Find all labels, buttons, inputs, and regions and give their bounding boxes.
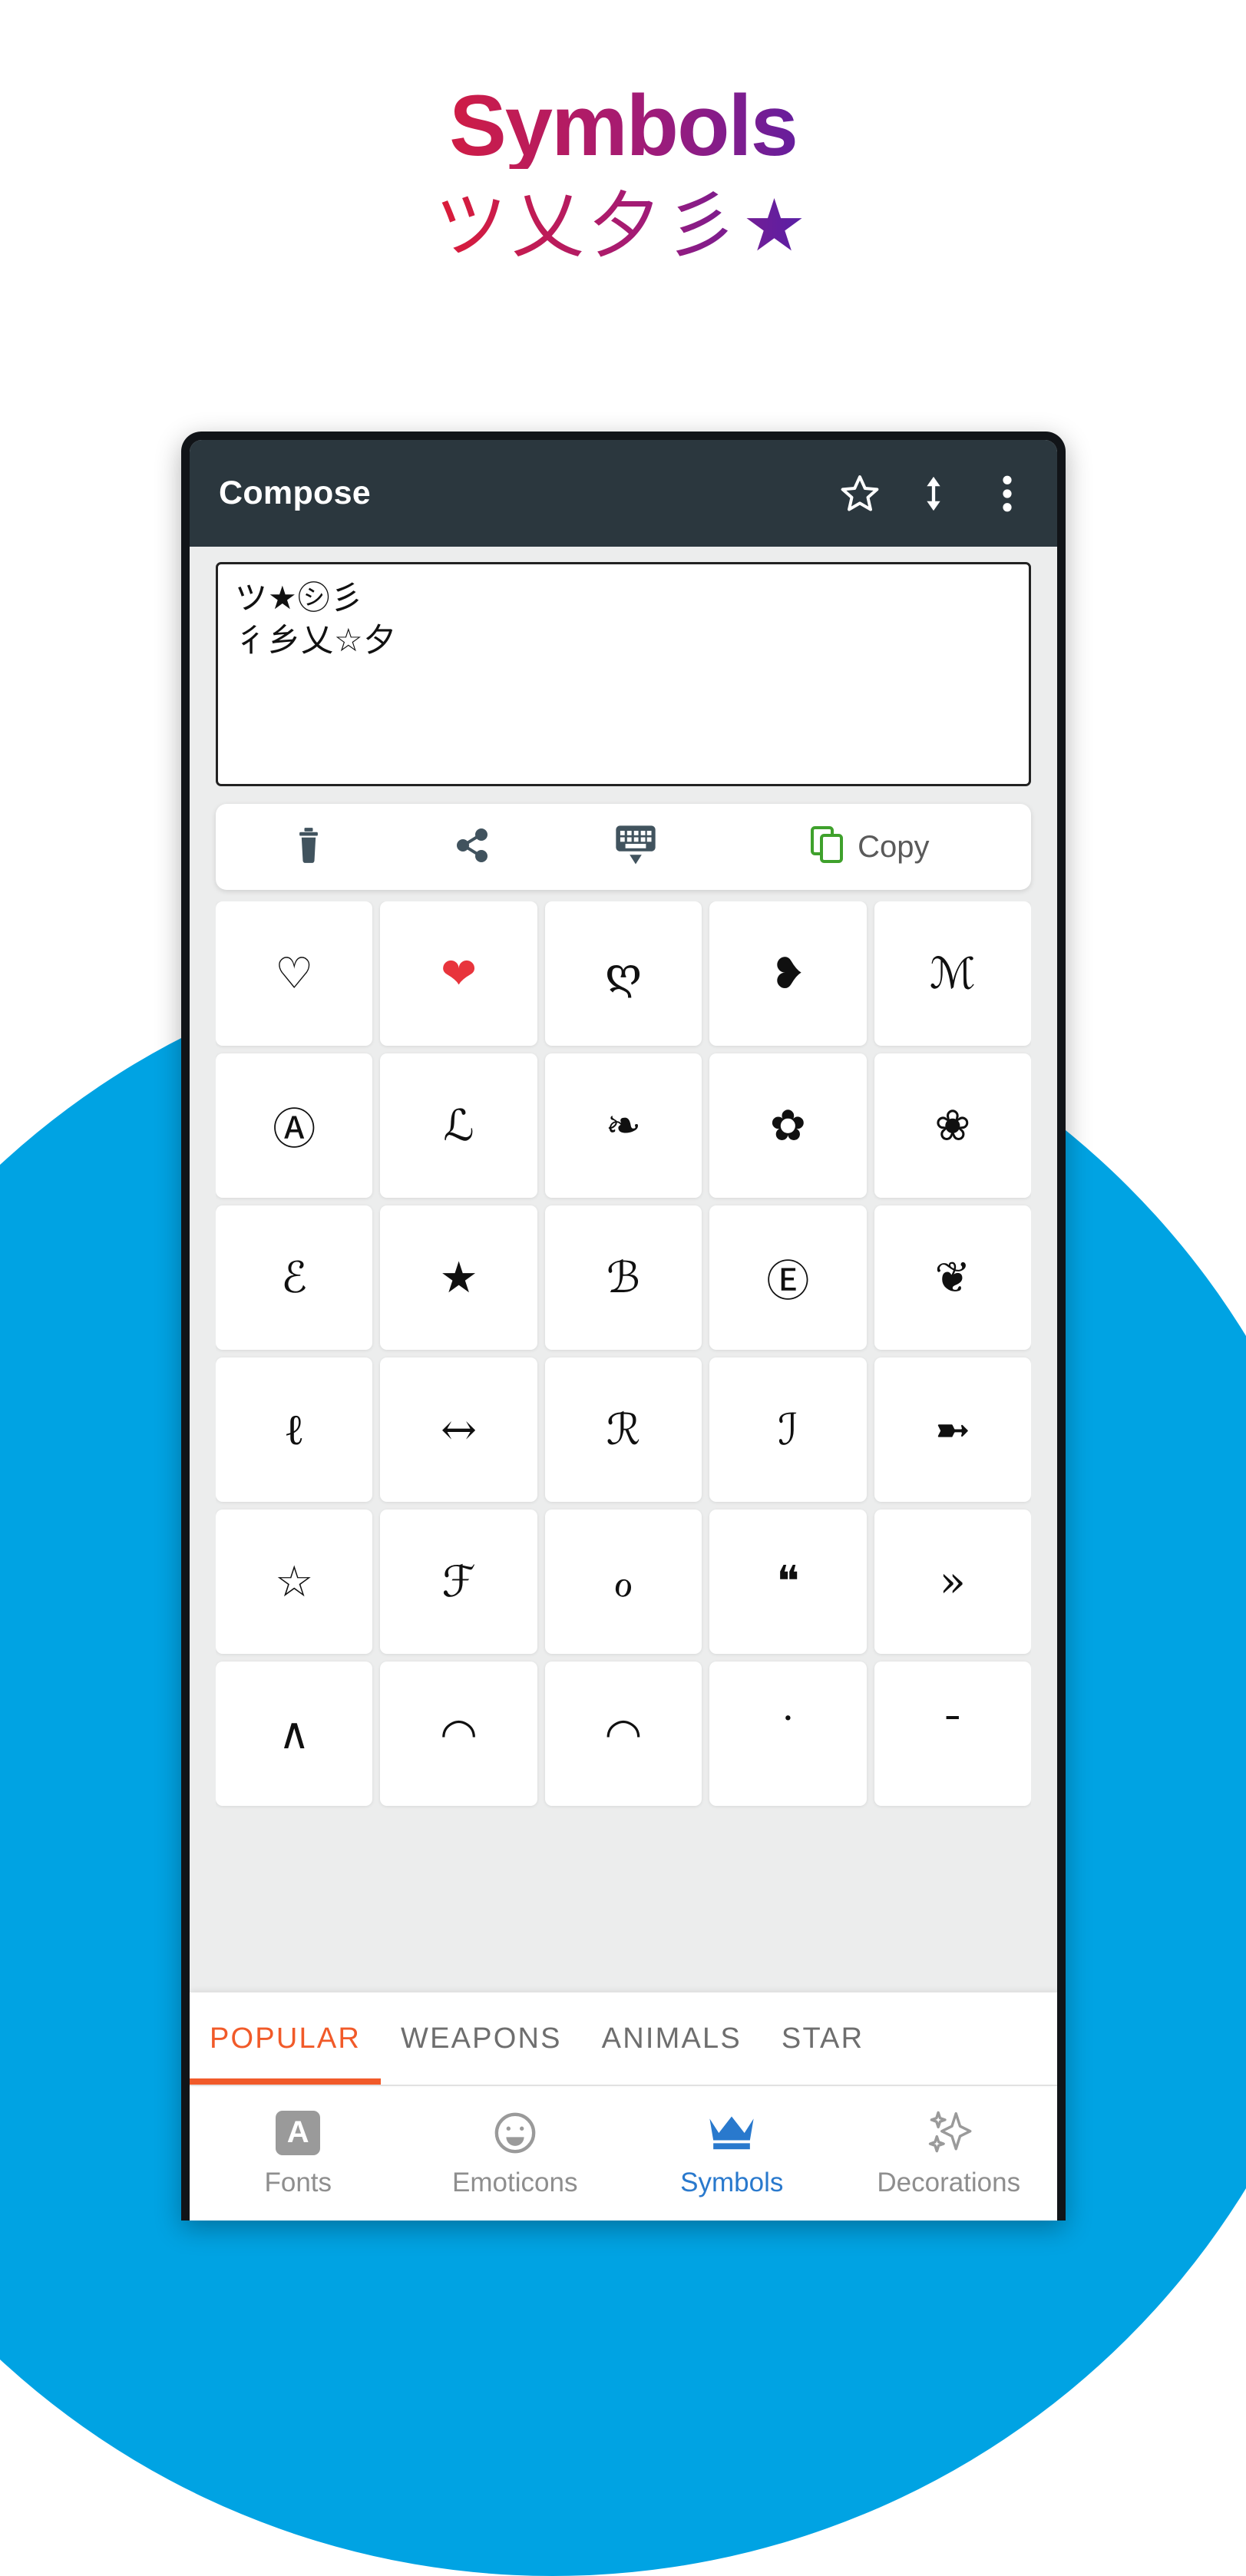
letter-a-box-icon: A <box>276 2109 321 2157</box>
symbol-cell[interactable]: ❦ <box>874 1205 1031 1350</box>
share-icon <box>454 826 491 868</box>
phone-screen: Compose ツ★㋛彡 彳乡乂☆夕 Copy ♡ ❤ ღ ❥ ℳ Ⓐ ℒ ❧ … <box>190 440 1057 2221</box>
symbol-cell[interactable]: ℱ <box>380 1510 537 1654</box>
nav-label-decorations: Decorations <box>877 2167 1021 2197</box>
action-toolbar: Copy <box>216 804 1031 890</box>
tab-weapons[interactable]: WEAPONS <box>381 1992 582 2085</box>
app-bar-actions <box>836 470 1031 518</box>
bottom-navigation: A Fonts Emoticons Symbols Decorations <box>190 2085 1057 2221</box>
crown-icon <box>708 2109 755 2157</box>
symbol-cell[interactable]: ➼ <box>874 1357 1031 1502</box>
nav-label-emoticons: Emoticons <box>452 2167 578 2197</box>
symbol-cell[interactable]: ℴ <box>544 1510 702 1654</box>
compose-text-input[interactable]: ツ★㋛彡 彳乡乂☆夕 <box>216 562 1031 786</box>
symbol-cell[interactable]: ↔ <box>380 1357 537 1502</box>
symbol-cell[interactable]: ¯ <box>874 1662 1031 1806</box>
copy-icon <box>808 825 845 869</box>
nav-item-fonts[interactable]: A Fonts <box>190 2086 407 2221</box>
delete-button[interactable] <box>226 804 390 890</box>
page-title: Symbols <box>0 0 1246 169</box>
tab-popular[interactable]: POPULAR <box>190 1992 382 2085</box>
compose-body: ツ★㋛彡 彳乡乂☆夕 Copy ♡ ❤ ღ ❥ ℳ Ⓐ ℒ ❧ ✿ ❀ ℰ ★ … <box>190 547 1057 1992</box>
page-subtitle: ツ乂夕彡★ <box>0 169 1246 265</box>
symbol-cell[interactable]: ღ <box>544 901 702 1046</box>
symbol-cell[interactable]: ℐ <box>709 1357 867 1502</box>
resize-height-icon[interactable] <box>910 470 957 518</box>
symbol-grid: ♡ ❤ ღ ❥ ℳ Ⓐ ℒ ❧ ✿ ❀ ℰ ★ ℬ Ⓔ ❦ ℓ ↔ ℛ ℐ ➼ <box>216 901 1031 1992</box>
share-button[interactable] <box>390 804 554 890</box>
symbol-cell[interactable]: Ⓐ <box>216 1053 373 1198</box>
symbol-cell[interactable]: ℛ <box>544 1357 702 1502</box>
symbol-cell[interactable]: ◠ <box>380 1662 537 1806</box>
nav-label-fonts: Fonts <box>264 2167 332 2197</box>
copy-button[interactable]: Copy <box>718 804 1020 890</box>
symbol-cell[interactable]: ∧ <box>216 1662 373 1806</box>
hero-section: Symbols ツ乂夕彡★ <box>0 0 1246 265</box>
keyboard-hide-button[interactable] <box>554 804 717 890</box>
tab-animals[interactable]: ANIMALS <box>582 1992 762 2085</box>
category-tabs: POPULAR WEAPONS ANIMALS STAR <box>190 1992 1057 2085</box>
symbol-cell[interactable]: ★ <box>380 1205 537 1350</box>
app-bar: Compose <box>190 440 1057 547</box>
symbol-cell[interactable]: ☆ <box>216 1510 373 1654</box>
nav-item-emoticons[interactable]: Emoticons <box>407 2086 624 2221</box>
symbol-cell[interactable]: ❥ <box>709 901 867 1046</box>
symbol-cell[interactable]: ♡ <box>216 901 373 1046</box>
tab-star[interactable]: STAR <box>762 1992 884 2085</box>
symbol-cell[interactable]: ℓ <box>216 1357 373 1502</box>
nav-item-symbols[interactable]: Symbols <box>623 2086 841 2221</box>
symbol-cell[interactable]: » <box>874 1510 1031 1654</box>
symbol-cell[interactable]: Ⓔ <box>709 1205 867 1350</box>
symbol-cell[interactable]: ℒ <box>380 1053 537 1198</box>
nav-label-symbols: Symbols <box>680 2167 784 2197</box>
app-bar-title: Compose <box>219 475 372 511</box>
nav-item-decorations[interactable]: Decorations <box>841 2086 1058 2221</box>
keyboard-hide-icon <box>613 824 658 871</box>
smiley-face-icon <box>493 2109 537 2157</box>
overflow-menu-icon[interactable] <box>983 470 1031 518</box>
symbol-cell[interactable]: ❝ <box>709 1510 867 1654</box>
favorite-star-icon[interactable] <box>836 470 884 518</box>
sparkles-icon <box>925 2109 973 2157</box>
symbol-cell[interactable]: ℰ <box>216 1205 373 1350</box>
symbol-cell[interactable]: ❤ <box>380 901 537 1046</box>
phone-mockup: Compose ツ★㋛彡 彳乡乂☆夕 Copy ♡ ❤ ღ ❥ ℳ Ⓐ ℒ ❧ … <box>181 432 1066 2221</box>
symbol-cell[interactable]: ˙ <box>709 1662 867 1806</box>
symbol-cell[interactable]: ℬ <box>544 1205 702 1350</box>
symbol-cell[interactable]: ✿ <box>709 1053 867 1198</box>
symbol-cell[interactable]: ❀ <box>874 1053 1031 1198</box>
symbol-cell[interactable]: ◠ <box>544 1662 702 1806</box>
copy-label: Copy <box>858 829 930 864</box>
symbol-cell[interactable]: ℳ <box>874 901 1031 1046</box>
delete-icon <box>292 825 326 869</box>
symbol-cell[interactable]: ❧ <box>544 1053 702 1198</box>
